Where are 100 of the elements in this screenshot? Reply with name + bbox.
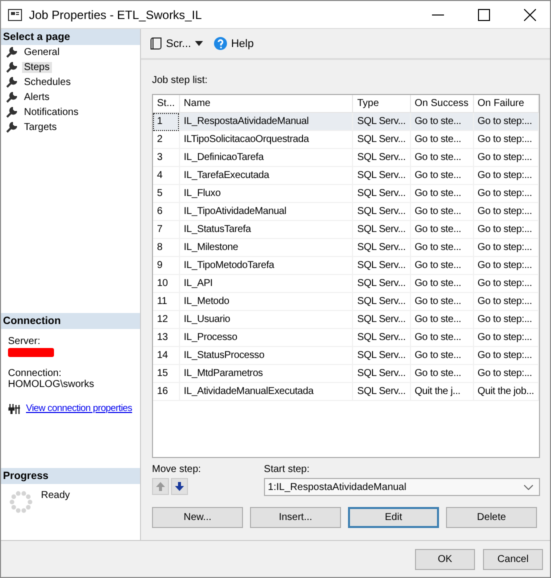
table-cell: Go to step:... (473, 256, 538, 274)
chevron-icon (524, 484, 533, 490)
table-cell: IL_RespostaAtividadeManual (179, 112, 353, 130)
table-row[interactable]: 5 IL_Fluxo SQL Serv... Go to ste... Go to step:... (153, 184, 538, 202)
table-cell: Go to step:... (473, 328, 538, 346)
table-cell: Go to step:... (473, 148, 538, 166)
table-cell: 7 (153, 220, 180, 238)
table-row[interactable]: 11 IL_Metodo SQL Serv... Go to ste... Go to step:... (153, 292, 538, 310)
table-cell: SQL Serv... (352, 274, 410, 292)
table-cell: 5 (153, 184, 180, 202)
sidebar-item[interactable]: Targets (22, 122, 59, 133)
table-cell: IL_API (179, 274, 353, 292)
table-cell: IL_TipoAtividadeManual (179, 202, 353, 220)
table-cell: SQL Serv... (352, 148, 410, 166)
table-cell: Go to ste... (410, 274, 474, 292)
table-row[interactable]: 14 IL_StatusProcesso SQL Serv... Go to ste... Go to step:... (153, 346, 538, 364)
table-cell: IL_Processo (179, 328, 353, 346)
table-row[interactable]: 1 IL_RespostaAtividadeManual SQL Serv... Go to ste... Go to step:... (153, 112, 538, 130)
section-header: Connection (1, 313, 140, 329)
table-cell: IL_StatusProcesso (179, 346, 353, 364)
table-cell: IL_Fluxo (179, 184, 353, 202)
table-row[interactable]: 4 IL_TarefaExecutada SQL Serv... Go to ste... Go to step:... (153, 166, 538, 184)
table-cell: 12 (153, 310, 180, 328)
table-row[interactable]: 7 IL_StatusTarefa SQL Serv... Go to ste... Go to step:... (153, 220, 538, 238)
table-cell: SQL Serv... (352, 292, 410, 310)
table-cell: Go to step:... (473, 184, 538, 202)
table-cell: Go to ste... (410, 256, 474, 274)
table-row[interactable]: 3 IL_DefinicaoTarefa SQL Serv... Go to ste... Go to step:... (153, 148, 538, 166)
table-cell: 14 (153, 346, 180, 364)
table-cell: IL_TipoMetodoTarefa (179, 256, 353, 274)
table-cell: Go to ste... (410, 112, 474, 130)
table-cell: 8 (153, 238, 180, 256)
table-cell: Go to ste... (410, 364, 474, 382)
table-row[interactable]: 10 IL_API SQL Serv... Go to ste... Go to step:... (153, 274, 538, 292)
down-arrow-icon (175, 482, 184, 491)
help-icon (214, 37, 228, 50)
table-row[interactable]: 15 IL_MtdParametros SQL Serv... Go to ste... Go to step:... (153, 364, 538, 382)
sidebar-item[interactable]: General (22, 47, 62, 58)
window-icon (8, 8, 22, 20)
maximize-icon[interactable] (478, 8, 490, 20)
table-cell: 15 (153, 364, 180, 382)
caret-icon (195, 41, 204, 46)
table-cell: Go to step:... (473, 346, 538, 364)
help-button[interactable]: Help (212, 35, 256, 52)
table-row[interactable]: 6 IL_TipoAtividadeManual SQL Serv... Go to ste... Go to step:... (153, 202, 538, 220)
step-action-button[interactable]: Edit (348, 507, 439, 528)
table-cell: Go to ste... (410, 328, 474, 346)
table-cell: SQL Serv... (352, 238, 410, 256)
table-row[interactable]: 12 IL_Usuario SQL Serv... Go to ste... Go to step:... (153, 310, 538, 328)
move-down-button[interactable] (171, 478, 188, 495)
table-cell: Go to step:... (473, 112, 538, 130)
table-cell: Go to step:... (473, 238, 538, 256)
step-action-button[interactable]: Insert... (250, 507, 341, 528)
table-cell: 3 (153, 148, 180, 166)
table-cell: Go to step:... (473, 310, 538, 328)
start-step-dropdown[interactable]: 1:IL_RespostaAtividadeManual (264, 478, 540, 496)
spinner-icon (9, 490, 33, 514)
table-row[interactable]: 16 IL_AtividadeManualExecutada SQL Serv... Quit the j... Quit the job... (153, 382, 538, 400)
section-header: Select a page (1, 29, 140, 45)
table-cell: SQL Serv... (352, 202, 410, 220)
sidebar-item[interactable]: Steps (22, 62, 52, 73)
table-cell: IL_MtdParametros (179, 364, 353, 382)
table-cell: 9 (153, 256, 180, 274)
table-cell: 13 (153, 328, 180, 346)
table-cell: Go to step:... (473, 130, 538, 148)
dialog-button[interactable]: OK (415, 548, 475, 570)
table-cell: Go to ste... (410, 292, 474, 310)
connection-properties-link[interactable]: View connection properties (26, 403, 132, 414)
progress-status: Ready (41, 490, 70, 503)
sidebar-item[interactable]: Schedules (22, 77, 73, 88)
wrench-icon (6, 107, 17, 118)
table-row[interactable]: 9 IL_TipoMetodoTarefa SQL Serv... Go to ste... Go to step:... (153, 256, 538, 274)
script-button[interactable]: Scr... (148, 34, 206, 52)
wrench-icon (6, 47, 17, 58)
table-row[interactable]: 2 ILTipoSolicitacaoOrquestrada SQL Serv... Go to ste... Go to step:... (153, 130, 538, 148)
list-label: Job step list: (152, 75, 209, 86)
plug-icon (8, 404, 20, 414)
step-action-button[interactable]: New... (152, 507, 243, 528)
table-cell: 1 (153, 112, 180, 130)
table-cell: Quit the job... (473, 382, 538, 400)
table-cell: SQL Serv... (352, 310, 410, 328)
wrench-icon (6, 77, 17, 88)
start-step-label: Start step: (264, 464, 310, 475)
dialog-button[interactable]: Cancel (483, 548, 543, 570)
table-cell: IL_AtividadeManualExecutada (179, 382, 353, 400)
table-cell: Go to step:... (473, 220, 538, 238)
table-cell: 4 (153, 166, 180, 184)
table-row[interactable]: 8 IL_Milestone SQL Serv... Go to ste... Go to step:... (153, 238, 538, 256)
sidebar-item[interactable]: Alerts (22, 92, 52, 103)
sidebar-item[interactable]: Notifications (22, 107, 80, 118)
table-cell: IL_Milestone (179, 238, 353, 256)
table-cell: 16 (153, 382, 180, 400)
table-cell: Go to ste... (410, 166, 474, 184)
step-action-button[interactable]: Delete (446, 507, 537, 528)
connection-value: HOMOLOG\sworks (8, 379, 94, 390)
table-cell: IL_Usuario (179, 310, 353, 328)
table-row[interactable]: 13 IL_Processo SQL Serv... Go to ste... Go to step:... (153, 328, 538, 346)
wrench-icon (6, 122, 17, 133)
table-cell: SQL Serv... (352, 166, 410, 184)
close-icon[interactable] (524, 8, 536, 20)
